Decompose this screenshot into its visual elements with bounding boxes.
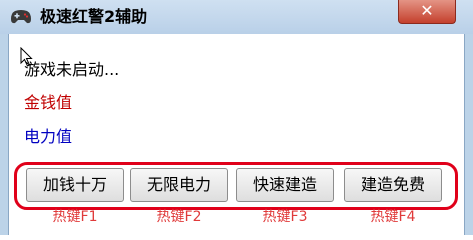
hotkey-f2-label: 热键F2: [156, 209, 202, 225]
title-bar[interactable]: 极速红警2辅助 ✕: [0, 0, 473, 34]
hotkey-f4-label: 热键F4: [370, 209, 416, 225]
fast-build-button[interactable]: 快速建造: [236, 168, 334, 202]
money-value-label: 金钱值: [24, 93, 73, 112]
close-icon: ✕: [420, 1, 434, 20]
game-status-text: 游戏未启动...: [24, 60, 120, 79]
infinite-power-button[interactable]: 无限电力: [130, 168, 228, 202]
free-build-button[interactable]: 建造免费: [344, 168, 442, 202]
add-money-button[interactable]: 加钱十万: [26, 168, 124, 202]
app-window: 极速红警2辅助 ✕ 游戏未启动... 金钱值 电力值 加钱十万 无限电力 快速建…: [0, 0, 473, 235]
close-button[interactable]: ✕: [398, 0, 456, 24]
hotkey-f3-label: 热键F3: [262, 209, 308, 225]
hotkey-f1-label: 热键F1: [52, 209, 98, 225]
power-value-label: 电力值: [24, 127, 73, 146]
client-area: 游戏未启动... 金钱值 电力值 加钱十万 无限电力 快速建造 建造免费 热键F…: [8, 34, 465, 235]
gamepad-icon: [10, 9, 32, 25]
window-title: 极速红警2辅助: [40, 7, 148, 26]
